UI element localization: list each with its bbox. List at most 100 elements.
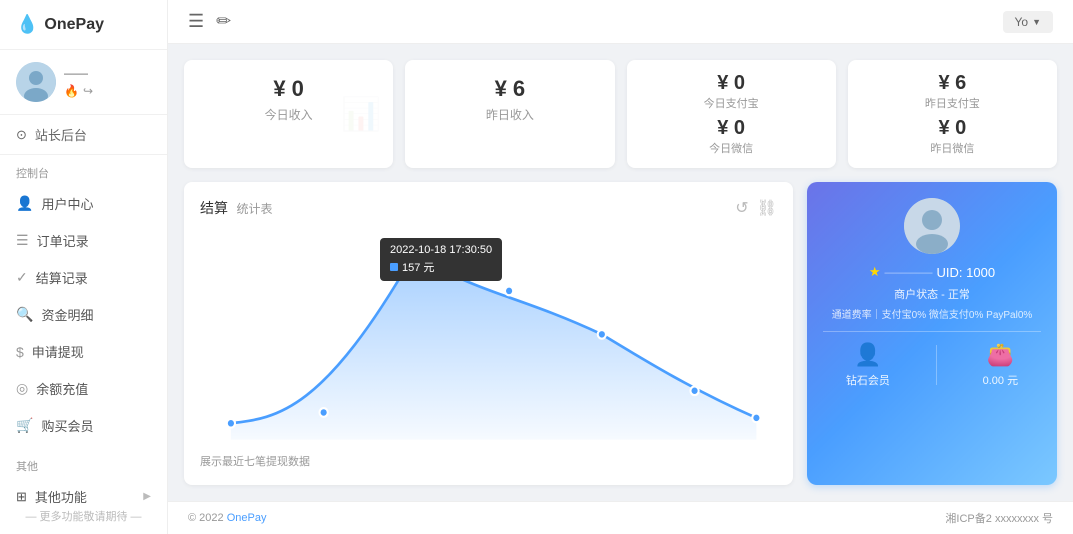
profile-card-status: 商户状态 - 正常 <box>823 286 1041 302</box>
logo-icon: 💧 <box>16 14 38 35</box>
chart-container: 2022-10-18 17:30:50 157 元 <box>200 228 777 445</box>
yesterday-wechat-amount: ¥ 0 <box>938 117 966 140</box>
sidebar-item-order-records[interactable]: ☰ 订单记录 <box>0 222 167 259</box>
chart-title: 结算 <box>200 200 228 216</box>
yesterday-income-amount: ¥ 6 <box>495 76 526 102</box>
chevron-right-icon: ▶ <box>143 491 151 502</box>
chart-svg <box>200 228 777 445</box>
withdraw-icon: $ <box>16 344 24 360</box>
chart-subtitle: 统计表 <box>236 202 272 216</box>
footer-brand: OnePay <box>227 512 267 524</box>
yesterday-wechat-label: 昨日微信 <box>930 140 974 156</box>
order-icon: ☰ <box>16 232 29 249</box>
logo-text: OnePay <box>44 16 104 34</box>
balance-action[interactable]: 👛 0.00 元 <box>983 342 1018 388</box>
logo: 💧 OnePay <box>0 0 167 50</box>
sidebar-label-user-center: 用户中心 <box>41 194 93 213</box>
yesterday-alipay-row: ¥ 6 昨日支付宝 <box>872 72 1033 111</box>
sidebar-item-settlement-records[interactable]: ✓ 结算记录 <box>0 259 167 296</box>
logout-icon[interactable]: ↪ <box>83 84 93 98</box>
yesterday-payment-card: ¥ 6 昨日支付宝 ¥ 0 昨日微信 <box>848 60 1057 168</box>
footer-icp-suffix: 号 <box>1042 513 1053 525</box>
sidebar-item-buy-membership[interactable]: 🛒 购买会员 <box>0 407 167 444</box>
today-income-label: 今日收入 <box>265 106 313 123</box>
refresh-icon[interactable]: ↺ <box>735 198 748 218</box>
sidebar-label-buy-membership: 购买会员 <box>41 416 93 435</box>
profile-username: —— <box>64 66 151 80</box>
yesterday-income-label: 昨日收入 <box>486 106 534 123</box>
membership-action[interactable]: 👤 钻石会员 <box>846 342 890 388</box>
sidebar: 💧 OnePay —— 🔥 ↪ ⊙ 站长后台 控制台 👤 用户中心 ☰ 订单记录 <box>0 0 168 534</box>
admin-icon: ⊙ <box>16 127 27 143</box>
membership-icon: 🛒 <box>16 417 33 434</box>
menu-icon[interactable]: ☰ <box>188 11 204 32</box>
fund-icon: 🔍 <box>16 306 33 323</box>
profile-card-avatar <box>904 198 960 254</box>
sidebar-label-order-records: 订单记录 <box>37 231 89 250</box>
profile-uid-text: ———— <box>885 265 933 279</box>
topbar-dropdown-icon: ▼ <box>1032 17 1041 27</box>
other-section-label: 其他 <box>0 448 167 478</box>
footer-icp-text: 湘ICP备2 <box>945 513 991 525</box>
sidebar-label-fund-details: 资金明细 <box>41 305 93 324</box>
yesterday-alipay-amount: ¥ 6 <box>938 72 966 95</box>
user-icon: 👤 <box>16 195 33 212</box>
membership-action-label: 钻石会员 <box>846 372 890 388</box>
today-wechat-row: ¥ 0 今日微信 <box>651 117 812 156</box>
topbar-left: ☰ ✏ <box>188 11 231 32</box>
chart-header: 结算 统计表 ↺ ⛓ <box>200 198 777 218</box>
topbar-user-label: Yo <box>1015 15 1029 29</box>
sidebar-label-apply-withdraw: 申请提现 <box>32 342 84 361</box>
other-func-icon: ⊞ <box>16 489 27 505</box>
section-label: 控制台 <box>0 155 167 185</box>
admin-link-label: 站长后台 <box>35 125 87 144</box>
footer-copy-text: © 2022 <box>188 512 227 524</box>
footer: © 2022 OnePay 湘ICP备2 xxxxxxxx 号 <box>168 501 1073 534</box>
topbar-right: Yo ▼ <box>1003 11 1054 33</box>
more-features-text: — 更多功能敬请期待 — <box>25 511 141 523</box>
chart-card: 结算 统计表 ↺ ⛓ <box>184 182 793 485</box>
balance-action-label: 0.00 元 <box>983 372 1018 388</box>
yesterday-wechat-row: ¥ 0 昨日微信 <box>872 117 1033 156</box>
admin-link[interactable]: ⊙ 站长后台 <box>0 115 167 155</box>
today-alipay-label: 今日支付宝 <box>704 95 759 111</box>
sidebar-bottom-text: — 更多功能敬请期待 — <box>0 508 167 524</box>
profile-card-uid: ★ ———— UID: 1000 <box>823 264 1041 280</box>
card-divider <box>823 331 1041 332</box>
stats-row: 📊 ¥ 0 今日收入 ¥ 6 昨日收入 ¥ 0 今日支付宝 ¥ 0 今日微信 <box>184 60 1057 168</box>
sidebar-item-fund-details[interactable]: 🔍 资金明细 <box>0 296 167 333</box>
profile-card-rates: 通道费率｜支付宝0% 微信支付0% PayPal0% <box>823 306 1041 321</box>
footer-icp: 湘ICP备2 xxxxxxxx 号 <box>945 510 1053 526</box>
yesterday-income-card: ¥ 6 昨日收入 <box>405 60 614 168</box>
footer-copyright: © 2022 OnePay <box>188 512 266 524</box>
content-area: 📊 ¥ 0 今日收入 ¥ 6 昨日收入 ¥ 0 今日支付宝 ¥ 0 今日微信 <box>168 44 1073 501</box>
footer-icp-number: xxxxxxxx <box>995 513 1039 525</box>
sidebar-item-user-center[interactable]: 👤 用户中心 <box>0 185 167 222</box>
membership-action-icon: 👤 <box>854 342 881 368</box>
settlement-icon: ✓ <box>16 269 28 286</box>
topbar-user-button[interactable]: Yo ▼ <box>1003 11 1054 33</box>
chart-actions: ↺ ⛓ <box>735 198 777 218</box>
today-alipay-row: ¥ 0 今日支付宝 <box>651 72 812 111</box>
link-icon[interactable]: ⛓ <box>757 198 777 218</box>
star-icon: ★ <box>869 264 881 280</box>
avatar <box>16 62 56 102</box>
sidebar-label-balance-recharge: 余额充值 <box>36 379 88 398</box>
edit-icon[interactable]: ✏ <box>216 11 231 32</box>
today-income-amount: ¥ 0 <box>273 76 304 102</box>
sidebar-item-apply-withdraw[interactable]: $ 申请提现 <box>0 333 167 370</box>
today-income-card: 📊 ¥ 0 今日收入 <box>184 60 393 168</box>
wallet-icon: 👛 <box>987 342 1014 368</box>
recharge-icon: ◎ <box>16 380 28 397</box>
main-content: ☰ ✏ Yo ▼ 📊 ¥ 0 今日收入 ¥ 6 昨日收入 ¥ 0 <box>168 0 1073 534</box>
chart-profile-row: 结算 统计表 ↺ ⛓ <box>184 182 1057 485</box>
profile-card-actions: 👤 钻石会员 👛 0.00 元 <box>823 342 1041 388</box>
user-profile-card: ★ ———— UID: 1000 商户状态 - 正常 通道费率｜支付宝0% 微信… <box>807 182 1057 485</box>
sidebar-item-balance-recharge[interactable]: ◎ 余额充值 <box>0 370 167 407</box>
other-func-label: 其他功能 <box>35 487 87 506</box>
sidebar-label-settlement-records: 结算记录 <box>36 268 88 287</box>
fire-icon[interactable]: 🔥 <box>64 84 79 98</box>
sidebar-profile: —— 🔥 ↪ <box>0 50 167 115</box>
profile-uid-number: UID: 1000 <box>937 265 996 280</box>
today-alipay-amount: ¥ 0 <box>717 72 745 95</box>
